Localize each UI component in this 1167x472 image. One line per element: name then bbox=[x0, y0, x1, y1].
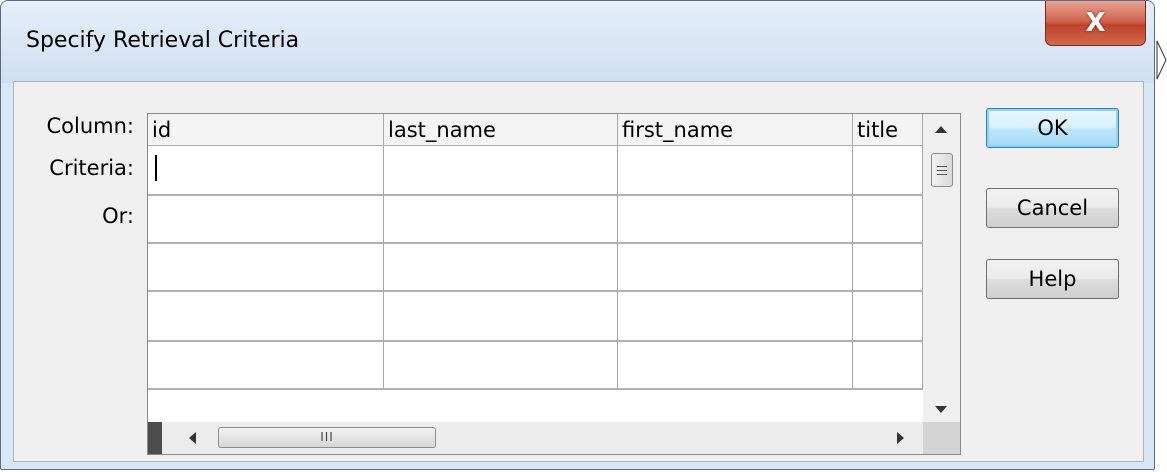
or-row-label: Or: bbox=[102, 204, 134, 228]
grid-cell[interactable] bbox=[148, 244, 384, 292]
criteria-row-label: Criteria: bbox=[49, 156, 134, 180]
scroll-left-arrow-icon[interactable] bbox=[188, 431, 198, 445]
ok-button[interactable]: OK bbox=[986, 108, 1119, 148]
criteria-cell-first-name[interactable] bbox=[618, 146, 853, 196]
scrollbar-corner bbox=[923, 422, 960, 454]
grid-cell[interactable] bbox=[853, 292, 923, 342]
close-x-icon: X bbox=[1085, 8, 1106, 38]
grid-cell[interactable] bbox=[618, 244, 853, 292]
close-button[interactable]: X bbox=[1045, 1, 1146, 46]
scroll-down-arrow-icon[interactable] bbox=[934, 404, 948, 414]
grid-cell[interactable] bbox=[618, 342, 853, 390]
grid-cell[interactable] bbox=[384, 292, 618, 342]
or-cell-first-name[interactable] bbox=[618, 196, 853, 244]
vertical-scroll-thumb[interactable] bbox=[931, 153, 953, 187]
grid-cell[interactable] bbox=[618, 292, 853, 342]
dialog-title: Specify Retrieval Criteria bbox=[26, 28, 300, 53]
criteria-cell-id[interactable] bbox=[148, 146, 384, 196]
column-row-label: Column: bbox=[46, 114, 135, 138]
column-header-first-name: first_name bbox=[618, 114, 853, 146]
grid-cell[interactable] bbox=[853, 244, 923, 292]
criteria-grid: id last_name first_name title III bbox=[147, 113, 961, 455]
or-cell-title[interactable] bbox=[853, 196, 923, 244]
dialog-client-area: Column: Criteria: Or: id last_name first… bbox=[13, 81, 1144, 462]
horizontal-scroll-thumb[interactable]: III bbox=[218, 427, 436, 448]
scrollbar-edge bbox=[148, 422, 162, 454]
grid-cell[interactable] bbox=[148, 292, 384, 342]
or-cell-id[interactable] bbox=[148, 196, 384, 244]
title-bar[interactable]: Specify Retrieval Criteria bbox=[1, 1, 1154, 83]
grid-cell[interactable] bbox=[384, 342, 618, 390]
help-button[interactable]: Help bbox=[986, 259, 1119, 299]
column-header-last-name: last_name bbox=[384, 114, 618, 146]
scroll-right-arrow-icon[interactable] bbox=[895, 431, 905, 445]
text-caret bbox=[155, 155, 157, 181]
grid-cell[interactable] bbox=[384, 244, 618, 292]
or-cell-last-name[interactable] bbox=[384, 196, 618, 244]
cancel-button[interactable]: Cancel bbox=[986, 188, 1119, 228]
grid-cell[interactable] bbox=[148, 342, 384, 390]
grid-cell[interactable] bbox=[853, 342, 923, 390]
scroll-up-arrow-icon[interactable] bbox=[934, 125, 948, 135]
retrieval-criteria-dialog: Specify Retrieval Criteria X Column: Cri… bbox=[0, 0, 1155, 470]
column-header-id: id bbox=[148, 114, 384, 146]
criteria-cell-last-name[interactable] bbox=[384, 146, 618, 196]
criteria-cell-title[interactable] bbox=[853, 146, 923, 196]
horizontal-scrollbar[interactable]: III bbox=[148, 422, 923, 454]
column-header-title: title bbox=[853, 114, 923, 146]
mouse-cursor-icon bbox=[1156, 40, 1167, 80]
vertical-scrollbar[interactable] bbox=[923, 114, 960, 422]
